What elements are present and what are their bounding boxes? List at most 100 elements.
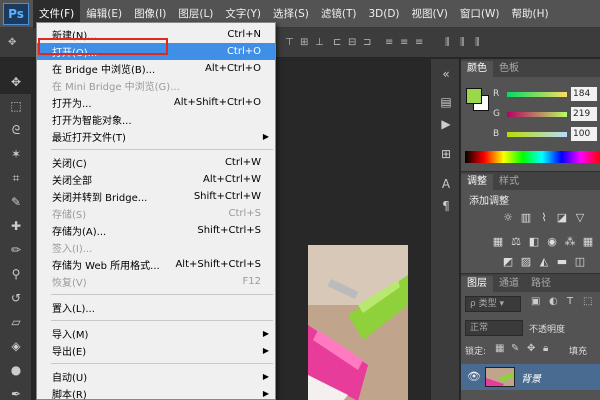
tab-adjustments[interactable]: 调整 [461,174,493,190]
file-menu-item-5[interactable]: 打开为... Alt+Shift+Ctrl+O [37,94,275,111]
channel-mixer-icon[interactable]: ⁂ [563,234,577,248]
file-menu-item-16[interactable]: 置入(L)... [37,299,275,316]
filter-type-icon[interactable]: T [567,296,573,307]
align-left-icon[interactable]: ⊏ [333,37,341,49]
invert-icon[interactable]: ◩ [501,254,515,268]
red-channel-value[interactable]: 184 [571,87,597,101]
green-channel-slider[interactable] [507,111,567,117]
eraser-tool-icon[interactable]: ▱ [0,310,32,334]
blue-channel-value[interactable]: 100 [571,127,597,141]
distribute-right-icon[interactable]: ⫼ [475,37,480,49]
file-menu-item-8[interactable]: 关闭(C) Ctrl+W [37,154,275,171]
lock-transparent-icon[interactable]: ▦ [495,343,504,354]
tab-paths[interactable]: 路径 [525,276,557,292]
align-top-icon[interactable]: ⊤ [285,37,294,49]
exposure-icon[interactable]: ◪ [555,210,569,224]
threshold-icon[interactable]: ◭ [537,254,551,268]
filter-adjustment-icon[interactable]: ◐ [549,296,558,307]
magic-wand-tool-icon[interactable]: ✶ [0,142,32,166]
file-menu-item-3[interactable]: 在 Bridge 中浏览(B)... Alt+Ctrl+O [37,60,275,77]
menu-item-label: 导出(E) [52,347,87,358]
eyedropper-tool-icon[interactable]: ✎ [0,190,32,214]
layer-name[interactable]: 背景 [521,370,541,385]
lasso-tool-icon[interactable]: ᘓ [0,118,32,142]
pen-tool-icon[interactable]: ✒ [0,382,32,400]
file-menu-item-17[interactable]: 导入(M) ▶ [37,325,275,342]
color-balance-icon[interactable]: ⚖ [509,234,523,248]
selective-color-icon[interactable]: ◫ [573,254,587,268]
history-brush-tool-icon[interactable]: ↺ [0,286,32,310]
distribute-top-icon[interactable]: ≡ [385,37,393,49]
align-bottom-icon[interactable]: ⊥ [315,37,324,49]
menu-item-label: 打开为智能对象... [52,116,132,127]
layer-visibility-eye-icon[interactable]: 👁︎ [467,370,481,383]
green-channel-value[interactable]: 219 [571,107,597,121]
gradient-map-icon[interactable]: ▬ [555,254,569,268]
file-menu-item-19[interactable]: 自动(U) ▶ [37,368,275,385]
file-menu-item-7[interactable]: 最近打开文件(T) ▶ [37,128,275,145]
photo-filter-icon[interactable]: ◉ [545,234,559,248]
brightness-contrast-icon[interactable]: ☼ [501,210,515,224]
black-white-icon[interactable]: ◧ [527,234,541,248]
actions-play-icon[interactable]: ▶ [431,113,461,135]
file-menu-item-12[interactable]: 存储为(A)... Shift+Ctrl+S [37,222,275,239]
filter-pixel-icon[interactable]: ▣ [531,296,540,307]
healing-brush-tool-icon[interactable]: ✚ [0,214,32,238]
distribute-left-icon[interactable]: ⫼ [445,37,450,49]
filter-shape-icon[interactable]: ⬚ [583,296,592,307]
layer-row-background[interactable]: 👁︎ 背景 [461,364,600,390]
blue-channel-label: B [493,129,500,139]
foreground-color-swatch[interactable] [466,88,482,104]
paragraph-panel-icon[interactable]: ¶ [431,195,461,217]
tab-channels[interactable]: 通道 [493,276,525,292]
properties-panel-icon[interactable]: ⊞ [431,143,461,165]
distribute-hcenter-icon[interactable]: ⫼ [460,37,465,49]
history-panel-icon[interactable]: ▤ [431,91,461,113]
tab-color[interactable]: 颜色 [461,61,493,77]
menu-item-label: 置入(L)... [52,304,95,315]
levels-icon[interactable]: ▥ [519,210,533,224]
crop-tool-icon[interactable]: ⌗ [0,166,32,190]
vibrance-icon[interactable]: ▽ [573,210,587,224]
marquee-tool-icon[interactable]: ⬚ [0,94,32,118]
move-tool-icon[interactable]: ✥ [0,70,32,94]
align-right-icon[interactable]: ⊐ [363,37,371,49]
file-menu-item-6[interactable]: 打开为智能对象... [37,111,275,128]
tab-swatches[interactable]: 色板 [493,61,525,77]
align-vcenter-icon[interactable]: ⊞ [300,37,308,49]
menu-window[interactable]: 窗口(W) [454,0,506,28]
collapse-arrows-icon[interactable]: « [431,63,461,85]
menu-filter[interactable]: 滤镜(T) [315,0,363,28]
red-channel-slider[interactable] [507,91,567,97]
color-lookup-icon[interactable]: ▦ [581,234,595,248]
distribute-vcenter-icon[interactable]: ≡ [400,37,408,49]
lock-pixels-icon[interactable]: ✎ [511,343,519,354]
menu-3d[interactable]: 3D(D) [362,0,405,28]
layer-filter-select[interactable]: ρ 类型 ▾ [465,296,521,312]
character-panel-icon[interactable]: A [431,173,461,195]
lock-position-icon[interactable]: ✥ [527,343,535,354]
tab-layers[interactable]: 图层 [461,276,493,292]
tab-styles[interactable]: 样式 [493,174,525,190]
hue-saturation-icon[interactable]: ▦ [491,234,505,248]
align-hcenter-icon[interactable]: ⊟ [348,37,356,49]
menu-help[interactable]: 帮助(H) [506,0,555,28]
blue-channel-slider[interactable] [507,131,567,137]
distribute-bottom-icon[interactable]: ≡ [415,37,423,49]
paint-bucket-tool-icon[interactable]: ◈ [0,334,32,358]
lock-all-icon[interactable]: 🔒︎ [543,343,548,354]
file-menu-item-10[interactable]: 关闭并转到 Bridge... Shift+Ctrl+W [37,188,275,205]
file-menu-item-9[interactable]: 关闭全部 Alt+Ctrl+W [37,171,275,188]
blend-mode-select[interactable]: 正常 [465,320,523,336]
file-menu-item-14[interactable]: 存储为 Web 所用格式... Alt+Shift+Ctrl+S [37,256,275,273]
brush-tool-icon[interactable]: ✏ [0,238,32,262]
color-spectrum-bar[interactable] [465,151,600,163]
file-menu-item-18[interactable]: 导出(E) ▶ [37,342,275,359]
move-tool-preset-icon[interactable]: ✥ [8,37,16,49]
menu-view[interactable]: 视图(V) [406,0,454,28]
clone-stamp-tool-icon[interactable]: ⚲ [0,262,32,286]
posterize-icon[interactable]: ▨ [519,254,533,268]
curves-icon[interactable]: ⌇ [537,210,551,224]
blur-tool-icon[interactable]: ● [0,358,32,382]
file-menu-item-20[interactable]: 脚本(R) ▶ [37,385,275,400]
